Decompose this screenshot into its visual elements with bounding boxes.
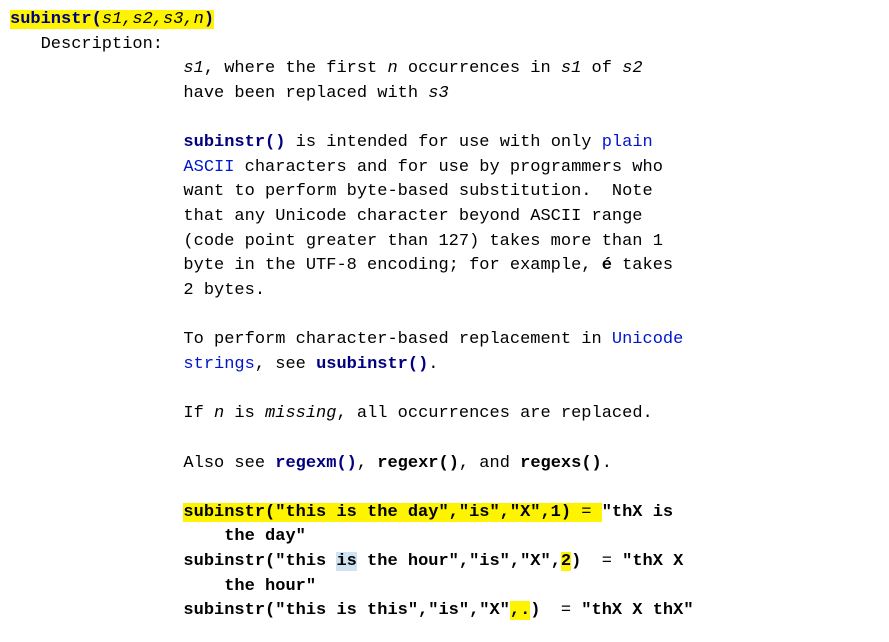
fn-name: subinstr [10, 10, 92, 29]
example-2-eq: = [581, 552, 622, 571]
txt: If [183, 404, 214, 423]
fn-args: s1,s2,s3,n [102, 10, 204, 29]
example-2-res-b: the hour" [183, 577, 316, 596]
txt: , and [459, 454, 520, 473]
description-label: Description: [10, 33, 183, 58]
word-missing: missing [265, 404, 336, 423]
txt: of [581, 59, 622, 78]
txt: characters and for use by programmers wh… [234, 158, 662, 177]
fn-name-inline: subinstr() [183, 133, 285, 152]
example-3-res: "thX X thX" [581, 601, 693, 620]
arg-n2: n [214, 404, 224, 423]
txt: . [602, 454, 612, 473]
example-3-call-a: subinstr("this is this","is","X" [183, 601, 509, 620]
example-2-res-a: "thX X [622, 552, 683, 571]
txt: that any Unicode character beyond ASCII … [183, 207, 642, 226]
txt: is [224, 404, 265, 423]
link-plain-ascii-b[interactable]: ASCII [183, 158, 234, 177]
example-1-res-a: "thX is [602, 503, 673, 522]
paren-open: ( [92, 10, 102, 29]
txt: 2 bytes. [183, 281, 265, 300]
arg-n: n [387, 59, 397, 78]
description-block: Description: s1, where the first n occur… [10, 33, 879, 624]
example-1-res-b: the day" [183, 527, 305, 546]
arg-s2: s2 [622, 59, 642, 78]
example-2-call-b: the hour","is","X", [357, 552, 561, 571]
example-3-eq: = [540, 601, 581, 620]
txt: , where the first [204, 59, 388, 78]
paren-close: ) [204, 10, 214, 29]
example-2-arg-n: 2 [561, 552, 571, 571]
example-2-sel: is [336, 552, 356, 571]
function-signature: subinstr(s1,s2,s3,n) [10, 8, 879, 33]
fn-regexr: regexr() [377, 454, 459, 473]
txt: is intended for use with only [285, 133, 601, 152]
example-2-call-a: subinstr("this [183, 552, 336, 571]
arg-s1: s1 [183, 59, 203, 78]
fn-regexm: regexm() [275, 454, 357, 473]
link-unicode-strings-b[interactable]: strings [183, 355, 254, 374]
example-2-call-c: ) [571, 552, 581, 571]
link-unicode-strings-a[interactable]: Unicode [612, 330, 683, 349]
example-1-call: subinstr("this is the day","is","X",1) [183, 503, 571, 522]
txt: , see [255, 355, 316, 374]
txt: , [357, 454, 377, 473]
link-plain-ascii-a[interactable]: plain [602, 133, 653, 152]
txt: (code point greater than 127) takes more… [183, 232, 662, 251]
description-text: s1, where the first n occurrences in s1 … [183, 33, 879, 624]
arg-s3: s3 [428, 84, 448, 103]
fn-regexs: regexs() [520, 454, 602, 473]
fn-usubinstr: usubinstr() [316, 355, 428, 374]
txt: occurrences in [398, 59, 561, 78]
arg-s1b: s1 [561, 59, 581, 78]
txt: want to perform byte-based substitution.… [183, 182, 652, 201]
txt: byte in the UTF-8 encoding; for example, [183, 256, 601, 275]
txt: takes [612, 256, 673, 275]
txt: Also see [183, 454, 275, 473]
example-3-call-b: ) [530, 601, 540, 620]
txt: have been replaced with [183, 84, 428, 103]
txt: To perform character-based replacement i… [183, 330, 611, 349]
txt: . [428, 355, 438, 374]
char-e-acute: é [602, 256, 612, 275]
example-3-arg-dot: ,. [510, 601, 530, 620]
txt: , all occurrences are replaced. [336, 404, 652, 423]
example-1-eq: = [571, 503, 602, 522]
